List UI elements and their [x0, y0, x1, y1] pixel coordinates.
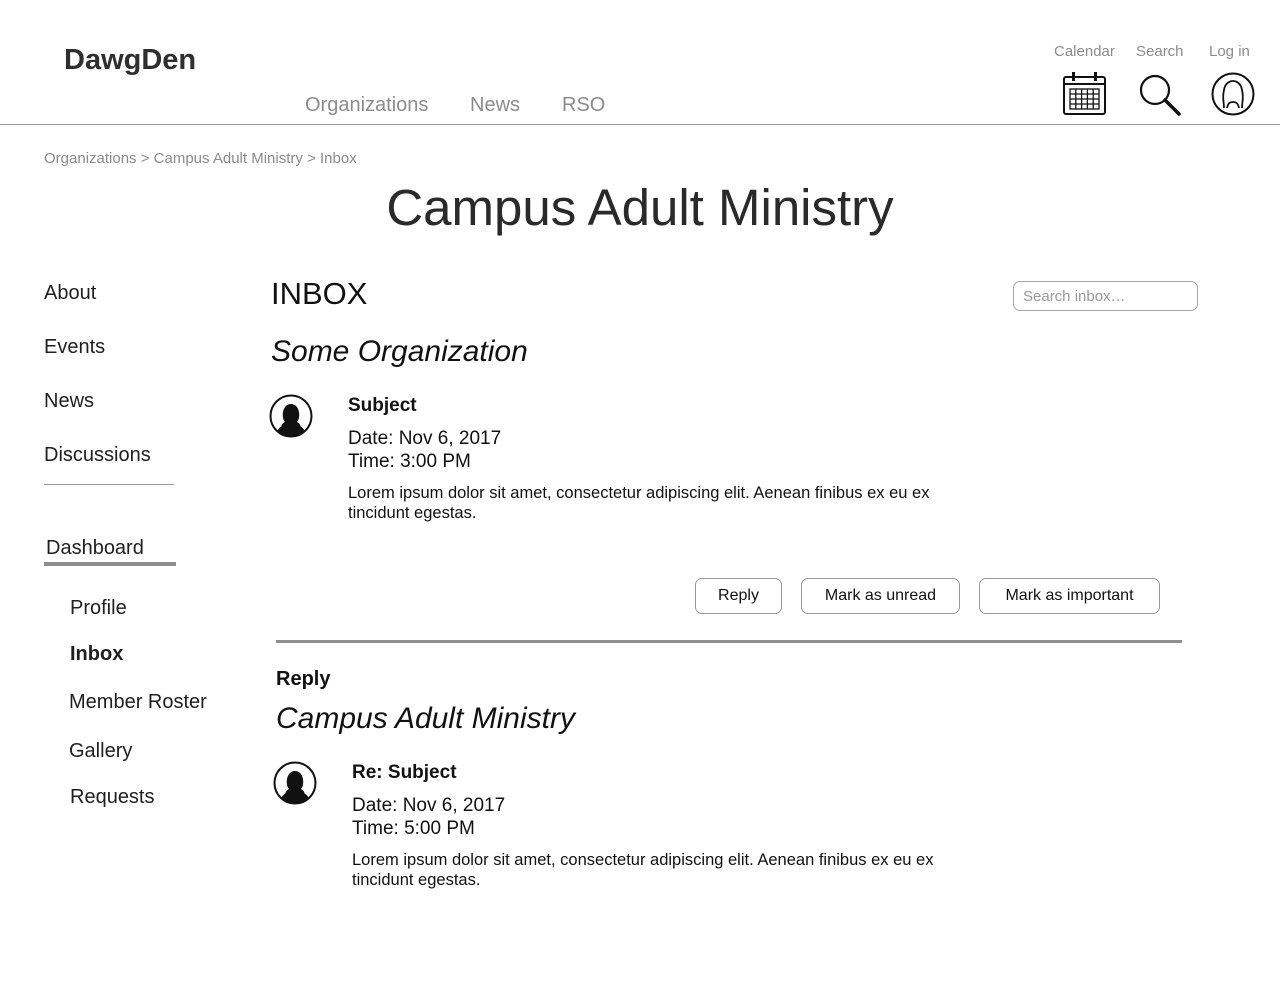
message-time: Time: 3:00 PM	[348, 451, 471, 472]
breadcrumb-organizations[interactable]: Organizations	[44, 150, 137, 167]
sidebar-item-profile[interactable]: Profile	[70, 597, 127, 620]
sender-avatar-icon	[269, 394, 313, 438]
message-subject: Subject	[348, 395, 417, 416]
page-title: Campus Adult Ministry	[386, 179, 894, 236]
reply-heading: Reply	[276, 668, 331, 690]
reply-time: Time: 5:00 PM	[352, 818, 475, 839]
inbox-title: INBOX	[271, 276, 368, 311]
header-divider	[0, 124, 1280, 125]
mark-unread-button[interactable]: Mark as unread	[801, 578, 960, 614]
message-date: Date: Nov 6, 2017	[348, 428, 502, 449]
calendar-label[interactable]: Calendar	[1054, 43, 1115, 60]
reply-subject: Re: Subject	[352, 762, 457, 783]
message-sender: Some Organization	[271, 335, 528, 368]
reply-date: Date: Nov 6, 2017	[352, 795, 506, 816]
reply-sender: Campus Adult Ministry	[276, 702, 575, 735]
reply-avatar-icon	[273, 761, 317, 805]
login-label[interactable]: Log in	[1209, 43, 1250, 60]
nav-organizations[interactable]: Organizations	[305, 94, 428, 117]
breadcrumb: Organizations > Campus Adult Ministry > …	[44, 150, 357, 167]
sidebar-item-gallery[interactable]: Gallery	[69, 740, 132, 763]
reply-body: Lorem ipsum dolor sit amet, consectetur …	[352, 851, 934, 889]
sidebar-item-about[interactable]: About	[44, 282, 96, 305]
breadcrumb-campus-adult-ministry[interactable]: Campus Adult Ministry	[154, 150, 303, 167]
search-label[interactable]: Search	[1136, 43, 1184, 60]
sidebar-divider	[44, 484, 174, 485]
mark-important-button[interactable]: Mark as important	[979, 578, 1160, 614]
dashboard-underline	[44, 562, 176, 566]
search-inbox-input[interactable]	[1013, 281, 1198, 311]
nav-rso[interactable]: RSO	[562, 94, 605, 117]
sidebar-item-requests[interactable]: Requests	[70, 786, 155, 809]
reply-button[interactable]: Reply	[695, 578, 782, 614]
nav-news[interactable]: News	[470, 94, 520, 117]
sidebar-item-member-roster[interactable]: Member Roster	[69, 691, 207, 714]
message-divider	[276, 640, 1182, 643]
sidebar-item-discussions[interactable]: Discussions	[44, 444, 151, 467]
breadcrumb-inbox[interactable]: Inbox	[320, 150, 357, 167]
search-icon[interactable]	[1138, 73, 1182, 117]
sidebar-item-news[interactable]: News	[44, 390, 94, 413]
breadcrumb-separator: >	[307, 150, 316, 167]
sidebar-item-events[interactable]: Events	[44, 336, 105, 359]
calendar-icon[interactable]	[1062, 71, 1108, 117]
message-body: Lorem ipsum dolor sit amet, consectetur …	[348, 484, 930, 522]
user-icon[interactable]	[1211, 72, 1255, 116]
site-logo[interactable]: DawgDen	[64, 44, 196, 77]
sidebar-item-inbox[interactable]: Inbox	[70, 643, 123, 666]
sidebar-item-dashboard[interactable]: Dashboard	[46, 537, 144, 560]
breadcrumb-separator: >	[140, 150, 150, 167]
